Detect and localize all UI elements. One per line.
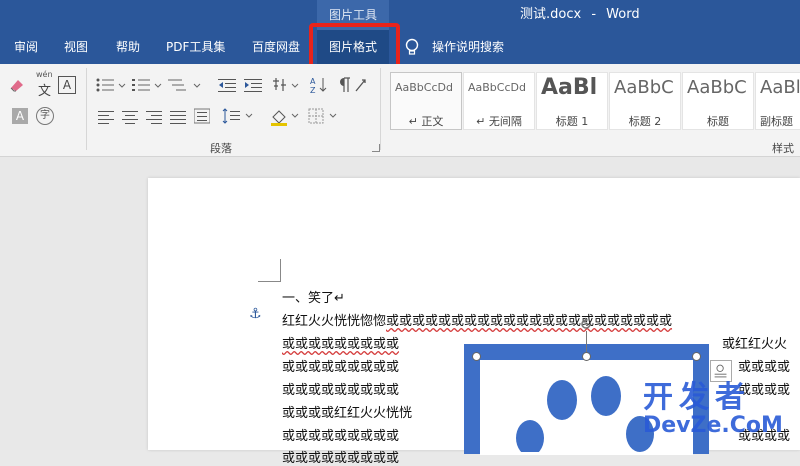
ribbon-separator — [380, 68, 381, 150]
margin-corner-mark — [258, 281, 281, 282]
svg-text:Z: Z — [310, 86, 316, 94]
resize-handle-top-right[interactable] — [692, 352, 701, 361]
style-name: 标题 2 — [628, 115, 662, 128]
tab-baidu-netdisk[interactable]: 百度网盘 — [252, 30, 300, 64]
style-sample: AaBbCcDd — [468, 81, 526, 94]
title-separator: - — [591, 7, 597, 22]
resize-handle-top-left[interactable] — [472, 352, 481, 361]
text-run: 红红火火恍恍惚惚 — [282, 314, 387, 329]
resize-handle-top[interactable] — [582, 352, 591, 361]
style-sample: AaBbCcDd — [395, 81, 453, 94]
style-title[interactable]: AaBbC 标题 — [682, 72, 754, 130]
ribbon-panel: wén 文 A A 字 A Z 段落 AaBbCcDd ↵ 正文 AaBbCcD… — [0, 64, 800, 157]
style-normal[interactable]: AaBbCcDd ↵ 正文 — [390, 72, 462, 130]
style-name: 标题 — [707, 115, 729, 128]
justify-icon[interactable] — [170, 110, 186, 124]
eraser-icon[interactable] — [8, 76, 28, 92]
watermark-logo: 开发者 DevZe.CoM — [643, 382, 783, 438]
character-shading-button[interactable]: A — [12, 108, 28, 124]
line-spacing-icon[interactable] — [222, 108, 254, 124]
ribbon-separator — [86, 68, 87, 150]
increase-indent-icon[interactable] — [244, 78, 262, 92]
paragraph-line[interactable]: 或或或或或或或或或 — [282, 379, 399, 398]
distributed-icon[interactable] — [194, 108, 210, 124]
style-heading-1[interactable]: AaBl 标题 1 — [536, 72, 608, 130]
style-sample: AaBbC — [614, 77, 674, 98]
paragraph-line[interactable]: 或或或或或或或或或 — [282, 425, 399, 444]
lightbulb-icon — [405, 38, 419, 55]
bullets-icon[interactable] — [96, 78, 126, 92]
paragraph-line[interactable]: 或或或或 — [738, 356, 790, 375]
paragraph-line[interactable]: 或或或或红红火火恍恍 — [282, 402, 412, 421]
style-no-spacing[interactable]: AaBbCcDd ↵ 无间隔 — [463, 72, 535, 130]
tell-me-search[interactable]: 操作说明搜索 — [432, 30, 504, 64]
style-name: ↵ 无间隔 — [476, 115, 522, 128]
tab-view[interactable]: 视图 — [64, 30, 88, 64]
style-subtitle[interactable]: AaBl 副标题 — [755, 72, 800, 130]
svg-text:A: A — [310, 77, 316, 86]
style-name: ↵ 正文 — [408, 115, 444, 128]
paragraph-group-label: 段落 — [210, 142, 232, 155]
layout-options-icon — [714, 364, 727, 378]
shading-icon[interactable] — [270, 108, 300, 126]
paragraph-line[interactable]: 或红红火火 — [722, 333, 787, 352]
rotate-handle-icon[interactable] — [579, 317, 593, 331]
numbering-icon[interactable] — [132, 78, 162, 92]
align-center-icon[interactable] — [122, 110, 138, 124]
document-name: 测试.docx — [520, 7, 582, 22]
character-border-button[interactable]: A — [58, 76, 76, 94]
asian-typography-icon[interactable] — [352, 76, 370, 94]
sort-icon[interactable]: A Z — [310, 76, 328, 94]
paragraph-dialog-launcher[interactable] — [372, 144, 380, 152]
tab-pdf-tools[interactable]: PDF工具集 — [166, 30, 225, 64]
tab-review[interactable]: 审阅 — [14, 30, 38, 64]
styles-group-label: 样式 — [772, 142, 794, 155]
app-name: Word — [606, 7, 640, 22]
borders-icon[interactable] — [308, 108, 338, 124]
style-name: 标题 1 — [555, 115, 589, 128]
phonetic-guide-button[interactable]: 文 — [38, 80, 51, 99]
paragraph-line[interactable]: 红红火火恍恍惚惚或或或或或或或或或或或或或或或或或或或或或或 — [282, 310, 672, 329]
document-heading[interactable]: 一、笑了↵ — [282, 287, 345, 306]
chinese-layout-icon[interactable] — [272, 76, 300, 94]
watermark-cn: 开发者 — [643, 380, 751, 415]
layout-options-button[interactable] — [710, 360, 732, 382]
enclose-characters-button[interactable]: 字 — [36, 107, 54, 125]
document-title: 测试.docx - Word — [520, 0, 640, 30]
style-sample: AaBl — [541, 75, 598, 100]
paragraph-line[interactable]: 或或或或或或或或或 — [282, 333, 399, 352]
style-sample: AaBl — [760, 77, 800, 98]
paragraph-line[interactable]: 或或或或或或或或或 — [282, 356, 399, 375]
phonetic-guide-label: wén — [36, 70, 53, 79]
multilevel-list-icon[interactable] — [168, 78, 202, 92]
rotation-stem — [586, 331, 587, 353]
margin-corner-mark — [280, 259, 281, 281]
tab-help[interactable]: 帮助 — [116, 30, 140, 64]
align-right-icon[interactable] — [146, 110, 162, 124]
anchor-icon[interactable]: ⚓ — [249, 306, 262, 322]
watermark-en: DevZe.CoM — [643, 413, 783, 438]
text-run-spelling-error: 或或或或或或或或或或或或或或或或或或或或或或 — [386, 314, 673, 329]
style-sample: AaBbC — [687, 77, 747, 98]
align-left-icon[interactable] — [98, 110, 114, 124]
style-name: 副标题 — [760, 115, 793, 128]
decrease-indent-icon[interactable] — [218, 78, 236, 92]
style-heading-2[interactable]: AaBbC 标题 2 — [609, 72, 681, 130]
title-bar — [0, 0, 800, 30]
